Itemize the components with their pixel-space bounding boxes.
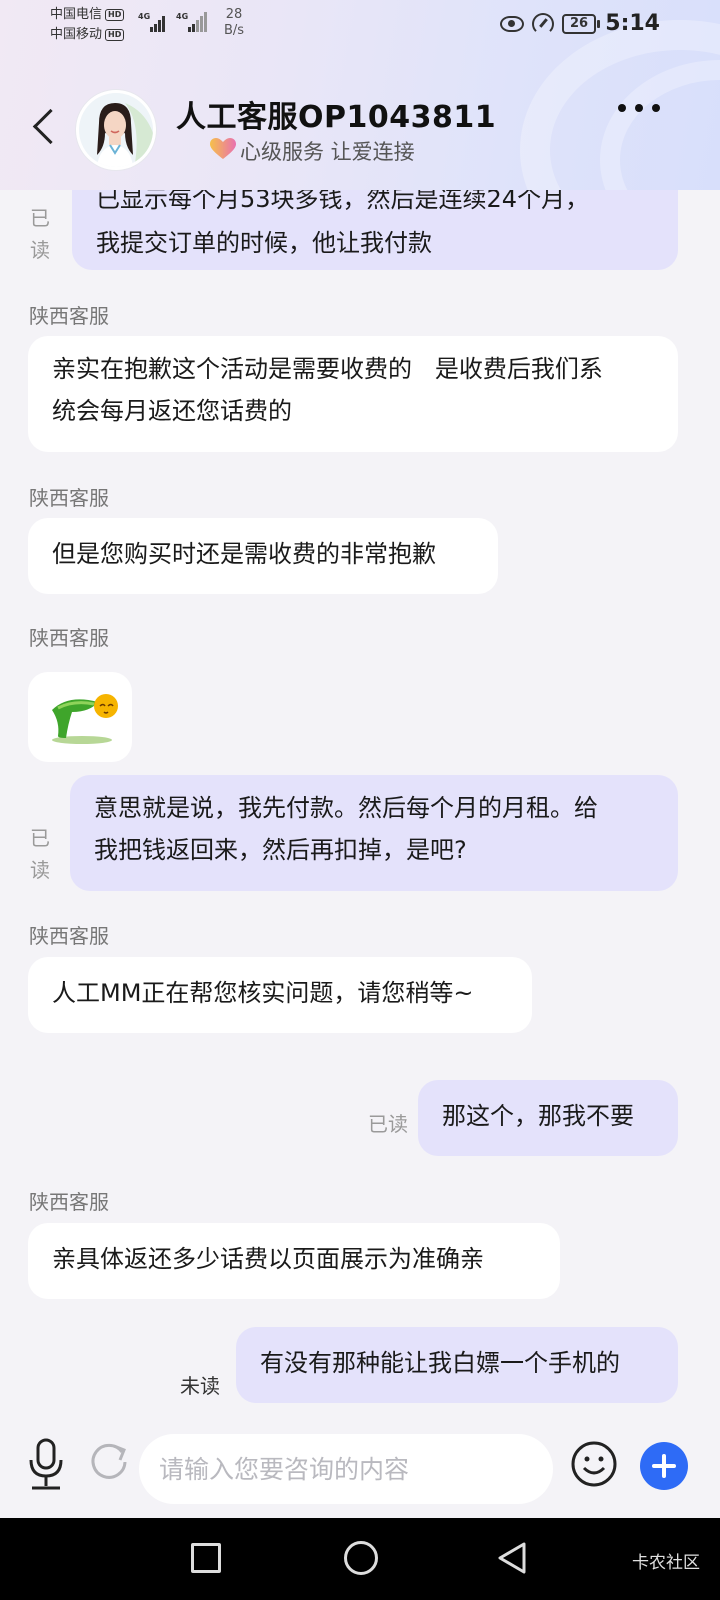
battery-icon: 26 <box>562 14 600 34</box>
message-line: 有没有那种能让我白嫖一个手机的 <box>260 1349 620 1377</box>
message-line: 那这个，那我不要 <box>442 1102 634 1130</box>
home-button[interactable] <box>344 1541 378 1575</box>
sticker-message[interactable] <box>28 672 132 762</box>
emoji-icon[interactable] <box>570 1440 618 1488</box>
status-time: 5:14 <box>605 11 660 36</box>
system-navigation-bar: 卡农社区 <box>0 1518 720 1600</box>
message-line: 统会每月返还您话费的 <box>52 397 292 425</box>
microphone-icon[interactable] <box>26 1436 66 1492</box>
agent-slogan: 心级服务 让爱连接 <box>240 140 415 164</box>
agent-portrait-icon <box>79 93 153 167</box>
incoming-message-bubble[interactable]: 但是您购买时还是需收费的非常抱歉 <box>28 518 498 594</box>
message-line: 我把钱返回来，然后再扣掉，是吧? <box>94 836 467 864</box>
chat-header: 中国电信 HD 中国移动 HD 4G 4G 28 B/s 26 5:14 人工客… <box>0 0 720 190</box>
bowing-leaf-sticker-icon <box>52 694 118 744</box>
message-line: 但是您购买时还是需收费的非常抱歉 <box>52 540 436 568</box>
outgoing-message-bubble[interactable]: 那这个，那我不要 <box>418 1080 678 1156</box>
incoming-message-bubble[interactable]: 人工MM正在帮您核实问题，请您稍等~ <box>28 957 532 1033</box>
unread-receipt: 未读 <box>180 1374 220 1398</box>
sender-name: 陕西客服 <box>29 626 109 650</box>
status-bar: 中国电信 HD 中国移动 HD 4G 4G 28 B/s 26 5:14 <box>0 0 720 44</box>
message-line: 人工MM正在帮您核实问题，请您稍等~ <box>52 979 474 1007</box>
recent-apps-button[interactable] <box>191 1543 221 1573</box>
agent-avatar[interactable] <box>76 90 156 170</box>
read-receipt: 已读 <box>30 826 50 882</box>
agent-title: 人工客服OP1043811 <box>176 100 497 135</box>
signal-strength-icon: 4G <box>138 12 170 34</box>
network-speed: 28 B/s <box>224 7 245 38</box>
message-line: 我提交订单的时候，他让我付款 <box>96 229 432 257</box>
incoming-message-bubble[interactable]: 亲具体返还多少话费以页面展示为准确亲 <box>28 1223 560 1299</box>
outgoing-message-bubble[interactable]: 意思就是说，我先付款。然后每个月的月租。给 我把钱返回来，然后再扣掉，是吧? <box>70 775 678 891</box>
add-attachment-button[interactable] <box>640 1442 688 1490</box>
carrier-label: 中国移动 HD <box>50 26 125 44</box>
sender-name: 陕西客服 <box>29 304 109 328</box>
watermark-label: 卡农社区 <box>632 1553 700 1573</box>
status-icons: 26 <box>500 10 600 38</box>
heart-icon <box>210 138 236 159</box>
message-line: 亲实在抱歉这个活动是需要收费的 是收费后我们系 <box>52 355 603 383</box>
chat-message-list[interactable]: 已显示每个月53块多钱，然后是连续24个月， 我提交订单的时候，他让我付款 已读… <box>0 0 720 1420</box>
speedometer-icon <box>532 13 554 35</box>
message-input[interactable] <box>139 1434 553 1504</box>
sender-name: 陕西客服 <box>29 486 109 510</box>
message-line: 亲具体返还多少话费以页面展示为准确亲 <box>52 1245 484 1273</box>
eye-comfort-icon <box>500 16 524 32</box>
more-options-button[interactable] <box>614 96 664 120</box>
back-button[interactable] <box>24 104 64 154</box>
message-line: 意思就是说，我先付款。然后每个月的月租。给 <box>94 794 598 822</box>
refresh-icon[interactable] <box>88 1440 130 1482</box>
sender-name: 陕西客服 <box>29 924 109 948</box>
message-input-bar <box>0 1420 720 1518</box>
outgoing-message-bubble[interactable]: 有没有那种能让我白嫖一个手机的 <box>236 1327 678 1403</box>
incoming-message-bubble[interactable]: 亲实在抱歉这个活动是需要收费的 是收费后我们系 统会每月返还您话费的 <box>28 336 678 452</box>
sender-name: 陕西客服 <box>29 1190 109 1214</box>
carrier-label: 中国电信 HD <box>50 6 125 24</box>
nav-back-button[interactable] <box>494 1540 530 1576</box>
signal-strength-icon: 4G <box>176 12 208 34</box>
read-receipt: 已读 <box>368 1112 408 1136</box>
read-receipt: 已读 <box>30 206 50 262</box>
